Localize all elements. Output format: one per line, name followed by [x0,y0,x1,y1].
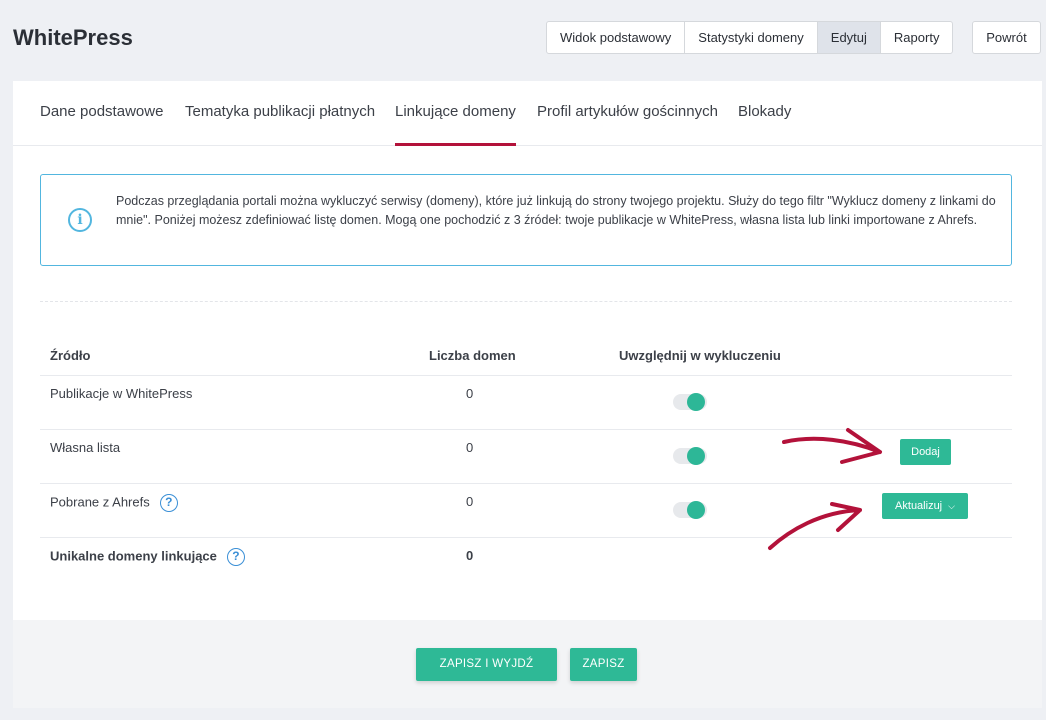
row-count: 0 [466,548,474,563]
row-count: 0 [466,494,474,509]
header-include: Uwzględnij w wykluczeniu [619,348,781,363]
divider [40,301,1012,302]
view-edit-button[interactable]: Edytuj [817,22,881,53]
update-dropdown-button[interactable]: Aktualizuj ⌵ [882,493,968,519]
view-basic-button[interactable]: Widok podstawowy [547,22,686,53]
view-switcher: Widok podstawowy Statystyki domeny Edytu… [546,21,954,54]
table-row: Własna lista 0 Dodaj [40,429,1012,483]
include-toggle[interactable] [673,499,707,521]
update-label: Aktualizuj [895,500,943,512]
table-row: Publikacje w WhitePress 0 [40,375,1012,429]
info-icon: i [68,208,92,232]
tab-linking-domains[interactable]: Linkujące domeny [395,103,516,146]
save-and-exit-button[interactable]: ZAPISZ I WYJDŹ [416,648,557,681]
info-text: Podczas przeglądania portali można wyklu… [116,194,996,227]
help-icon[interactable]: ? [159,494,178,512]
toggle-knob [687,393,705,411]
main-card: Dane podstawowe Tematyka publikacji płat… [13,81,1042,708]
row-source: Publikacje w WhitePress [50,386,193,401]
help-icon[interactable]: ? [226,548,245,566]
include-toggle[interactable] [673,445,707,467]
row-source: Unikalne domeny linkujące? [50,548,245,566]
header-source: Źródło [50,348,91,363]
view-reports-button[interactable]: Raporty [881,22,953,53]
row-count: 0 [466,440,474,455]
include-toggle[interactable] [673,391,707,413]
tab-paid-topics[interactable]: Tematyka publikacji płatnych [185,103,375,146]
chevron-down-icon: ⌵ [948,501,955,511]
tab-blocks[interactable]: Blokady [738,103,791,146]
row-source: Pobrane z Ahrefs? [50,494,178,512]
back-button[interactable]: Powrót [972,21,1041,54]
tab-guest-articles[interactable]: Profil artykułów gościnnych [537,103,718,146]
header-count: Liczba domen [429,348,516,363]
tab-bar: Dane podstawowe Tematyka publikacji płat… [13,81,1042,146]
tab-basic-data[interactable]: Dane podstawowe [40,103,163,146]
add-button[interactable]: Dodaj [900,439,951,465]
toggle-knob [687,501,705,519]
table-row: Unikalne domeny linkujące? 0 [40,537,1012,591]
row-source-label: Pobrane z Ahrefs [50,494,150,510]
info-box: i Podczas przeglądania portali można wyk… [40,174,1012,266]
footer-bar: ZAPISZ I WYJDŹ ZAPISZ [13,620,1042,708]
row-source-label: Unikalne domeny linkujące [50,548,217,564]
save-button[interactable]: ZAPISZ [570,648,637,681]
toggle-knob [687,447,705,465]
view-domain-stats-button[interactable]: Statystyki domeny [685,22,818,53]
row-source: Własna lista [50,440,121,455]
table-row: Pobrane z Ahrefs? 0 Aktualizuj ⌵ [40,483,1012,537]
app-title: WhitePress [13,25,133,50]
row-count: 0 [466,386,474,401]
